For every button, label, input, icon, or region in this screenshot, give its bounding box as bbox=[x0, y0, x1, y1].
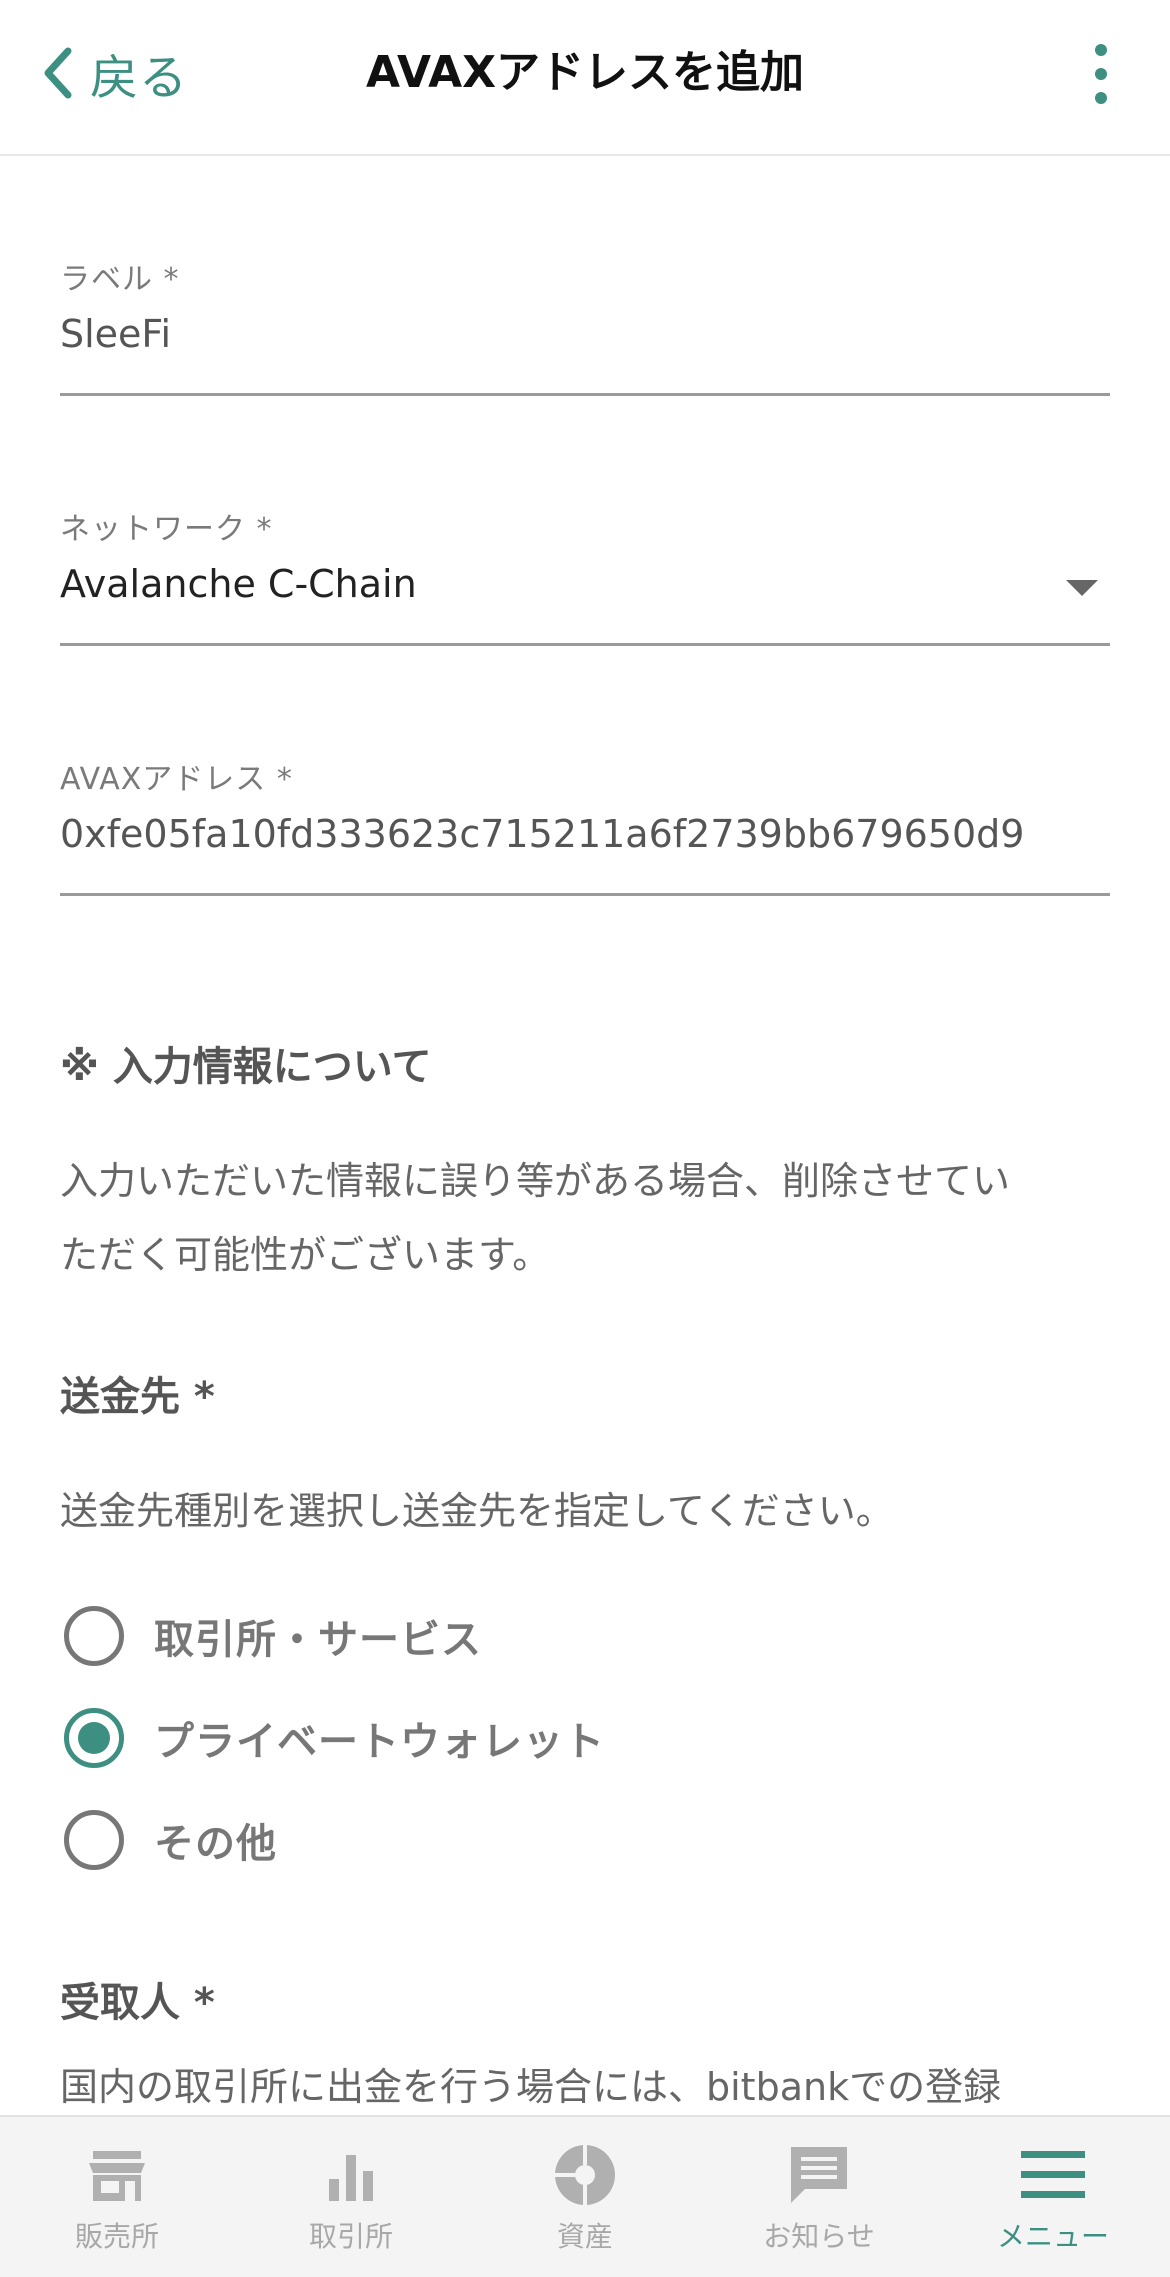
radio-option-exchange[interactable]: 取引所・サービス bbox=[64, 1604, 482, 1668]
recipient-heading: 受取人 * bbox=[60, 1980, 215, 2026]
page-title: AVAXアドレスを追加 bbox=[365, 47, 805, 98]
nav-label: 販売所 bbox=[74, 2220, 159, 2253]
destination-instruction: 送金先種別を選択し送金先を指定してください。 bbox=[60, 1489, 894, 1533]
label-field-value: SleeFi bbox=[60, 312, 172, 356]
screen: 戻る AVAXアドレスを追加 ラベル * SleeFi ネットワーク * Ava… bbox=[0, 0, 1170, 2277]
address-field-label: AVAXアドレス * bbox=[60, 762, 293, 797]
message-icon bbox=[791, 2147, 847, 2203]
recipient-text: 国内の取引所に出金を行う場合には、bitbankでの登録 bbox=[60, 2065, 1002, 2109]
nav-label: 資産 bbox=[556, 2220, 613, 2253]
dropdown-arrow-icon bbox=[1066, 580, 1098, 596]
nav-item-news[interactable]: お知らせ bbox=[702, 2117, 936, 2277]
nav-label: メニュー bbox=[996, 2220, 1109, 2253]
network-field-value: Avalanche C-Chain bbox=[60, 562, 417, 606]
label-field[interactable]: ラベル * SleeFi bbox=[60, 250, 1110, 396]
more-options-icon[interactable] bbox=[1086, 44, 1116, 104]
bar-chart-icon bbox=[329, 2155, 373, 2201]
pie-chart-icon bbox=[555, 2145, 615, 2205]
app-header: 戻る AVAXアドレスを追加 bbox=[0, 0, 1170, 156]
network-field-label: ネットワーク * bbox=[60, 512, 273, 547]
notice-line-2: ただく可能性がございます。 bbox=[60, 1233, 551, 1277]
radio-option-private-wallet[interactable]: プライベートウォレット bbox=[64, 1706, 605, 1770]
nav-item-store[interactable]: 販売所 bbox=[0, 2117, 234, 2277]
address-field[interactable]: AVAXアドレス * 0xfe05fa10fd333623c715211a6f2… bbox=[60, 750, 1110, 896]
network-select[interactable]: ネットワーク * Avalanche C-Chain bbox=[60, 500, 1110, 646]
notice-text: 入力いただいた情報に誤り等がある場合、削除させてい ただく可能性がございます。 bbox=[60, 1144, 1120, 1292]
destination-heading: 送金先 * bbox=[60, 1374, 215, 1420]
store-icon bbox=[89, 2151, 145, 2201]
bottom-navigation: 販売所 取引所 資産 お知らせ メニュー bbox=[0, 2115, 1170, 2277]
radio-option-other[interactable]: その他 bbox=[64, 1808, 277, 1872]
nav-label: 取引所 bbox=[308, 2220, 393, 2253]
nav-item-assets[interactable]: 資産 bbox=[468, 2117, 702, 2277]
label-field-label: ラベル * bbox=[60, 262, 180, 297]
radio-button[interactable] bbox=[64, 1606, 124, 1666]
menu-icon bbox=[1021, 2151, 1085, 2198]
radio-button[interactable] bbox=[64, 1810, 124, 1870]
radio-button-selected[interactable] bbox=[64, 1708, 124, 1768]
notice-line-1: 入力いただいた情報に誤り等がある場合、削除させてい bbox=[60, 1159, 1011, 1203]
nav-label: お知らせ bbox=[763, 2220, 875, 2253]
address-field-value: 0xfe05fa10fd333623c715211a6f2739bb679650… bbox=[60, 812, 1025, 856]
nav-item-exchange[interactable]: 取引所 bbox=[234, 2117, 468, 2277]
radio-label: プライベートウォレット bbox=[154, 1719, 605, 1765]
radio-label: 取引所・サービス bbox=[154, 1617, 482, 1663]
notice-heading: ※ 入力情報について bbox=[60, 1044, 432, 1090]
radio-label: その他 bbox=[154, 1821, 277, 1867]
nav-item-menu[interactable]: メニュー bbox=[936, 2117, 1170, 2277]
